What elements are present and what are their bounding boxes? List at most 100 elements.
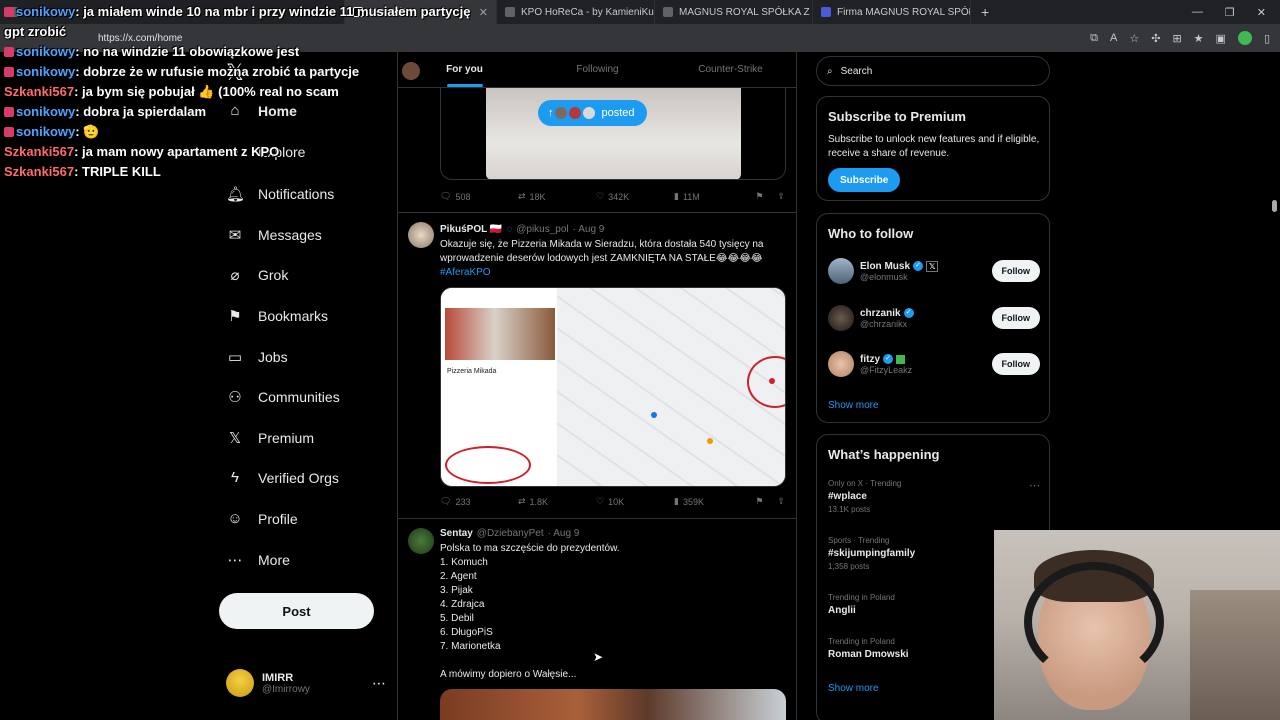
read-aloud-icon[interactable]: A — [1110, 32, 1117, 44]
bookmark-icon[interactable]: ⚑ — [755, 496, 763, 507]
search-input[interactable]: ⌕ Search — [816, 56, 1050, 86]
extensions-icon[interactable]: ✣ — [1151, 32, 1160, 45]
avatar — [581, 106, 596, 120]
tweet-date[interactable]: · Aug 9 — [573, 224, 605, 235]
tweet-header: Sentay @DziebanyPet · Aug 9 ⟲⋯ — [440, 528, 786, 539]
nav-more[interactable]: ⋯ More — [226, 551, 290, 569]
more-icon[interactable]: ⋯ — [1029, 479, 1040, 492]
nav-jobs[interactable]: ▭ Jobs — [226, 348, 288, 366]
avatar — [828, 351, 854, 377]
bookmark-icon[interactable]: ⚑ — [755, 191, 763, 202]
place-title: Pizzeria Mikada — [447, 368, 497, 375]
background-shelf — [1190, 590, 1280, 720]
follow-button[interactable]: Follow — [991, 307, 1040, 329]
like-button[interactable]: ♡ 342K — [596, 191, 674, 202]
reply-button[interactable]: 🗨︎ 508 — [440, 191, 518, 202]
tab-counter-strike[interactable]: Counter-Strike — [664, 52, 796, 87]
collections-icon[interactable]: ▣ — [1216, 32, 1226, 45]
browser-tab[interactable]: MAGNUS ROYAL SPÓŁKA Z OGR...✕ — [655, 0, 813, 24]
map-pin-icon — [707, 438, 713, 444]
chat-message: Szkanki567: ja bym się pobujał 👍 (100% r… — [4, 84, 339, 99]
subscribe-button[interactable]: Subscribe — [828, 168, 901, 192]
tweet-author-name[interactable]: PikuśPOL 🇵🇱 — [440, 224, 502, 235]
tweet-image-map[interactable]: ⌕ ☰ ⌂ ✈ Pizzeria Mikada — [440, 287, 786, 487]
chart-icon: ▮ — [674, 496, 679, 506]
account-switcher[interactable]: IMIRR @Imirrowy ⋯ — [226, 669, 386, 697]
premium-title: Subscribe to Premium — [828, 109, 966, 124]
favorites-icon[interactable]: ★ — [1194, 32, 1204, 45]
nav-bookmarks[interactable]: ⚑ Bookmarks — [226, 307, 328, 325]
chat-badge-icon — [4, 47, 14, 57]
share-icon[interactable]: ⇪ — [777, 496, 785, 507]
tweet-media[interactable] — [440, 689, 786, 720]
tweet-author-handle[interactable]: @DziebanyPet — [477, 528, 544, 539]
show-more-link[interactable]: Show more — [828, 400, 879, 411]
retweet-icon: ⇄ — [518, 496, 526, 506]
follow-suggestion[interactable]: Elon Musk ✓ 𝕏 @elonmusk Follow — [828, 256, 1040, 286]
page-scrollbar[interactable] — [1272, 200, 1277, 212]
webcam-overlay — [994, 530, 1280, 720]
follow-button[interactable]: Follow — [991, 260, 1040, 282]
trend-item[interactable]: Only on X · Trending #wplace 13.1K posts… — [828, 479, 1040, 514]
hashtag-link[interactable]: #AferaKPO — [440, 267, 491, 278]
new-posts-pill[interactable]: ↑ posted — [538, 100, 647, 126]
favorite-icon[interactable]: ☆ — [1129, 32, 1139, 45]
reply-button[interactable]: 🗨︎ 233 — [440, 496, 518, 507]
avatar[interactable] — [408, 528, 434, 554]
verified-org-icon: ◌ — [506, 224, 513, 235]
tweet-author-handle[interactable]: @pikus_pol — [516, 224, 568, 235]
tweet-date[interactable]: · Aug 9 — [548, 528, 580, 539]
follow-suggestion[interactable]: chrzanik ✓ @chrzanikx Follow — [828, 303, 1040, 333]
nav-notifications[interactable]: 🔔︎ Notifications — [226, 185, 334, 203]
verified-badge-icon: ✓ — [903, 308, 914, 318]
avatar — [828, 258, 854, 284]
new-tab-button[interactable]: + — [971, 4, 999, 20]
sidebar-icon[interactable]: ▯ — [1264, 32, 1270, 45]
browser-tab[interactable]: Firma MAGNUS ROYAL SPÓŁKA...✕ — [813, 0, 971, 24]
tweet-actions: 🗨︎ 508 ⇄ 18K ♡ 342K ▮ 11M ⚑ ⇪ — [440, 191, 785, 202]
nav-communities[interactable]: ⚇ Communities — [226, 388, 339, 406]
nav-verified-orgs[interactable]: ϟ Verified Orgs — [226, 469, 339, 486]
views-button[interactable]: ▮ 359K — [674, 496, 742, 507]
arrow-up-icon: ↑ — [548, 107, 554, 119]
chat-message: sonikowy: ja miałem winde 10 na mbr i pr… — [4, 2, 524, 22]
retweet-button[interactable]: ⇄ 18K — [518, 191, 596, 202]
split-screen-icon[interactable]: ⊞ — [1172, 32, 1181, 45]
heart-icon: ♡ — [596, 191, 605, 201]
tweet-actions: 🗨︎ 233 ⇄ 1.8K ♡ 10K ▮ 359K ⚑ ⇪ — [440, 496, 785, 507]
post-button[interactable]: Post — [219, 593, 374, 629]
chat-badge-icon — [4, 107, 14, 117]
tab-following[interactable]: Following — [531, 52, 664, 87]
tweet-text: Polska to ma szczęście do prezydentów. 1… — [440, 542, 780, 682]
place-photo — [445, 308, 555, 360]
nav-messages[interactable]: ✉ Messages — [226, 226, 322, 244]
views-button[interactable]: ▮ 11M — [674, 191, 742, 202]
who-to-follow-title: Who to follow — [828, 226, 914, 241]
close-window-icon[interactable]: ✕ — [1257, 6, 1266, 19]
tweet-author-name[interactable]: Sentay — [440, 528, 473, 539]
retweet-icon: ⇄ — [518, 191, 526, 201]
list-item: 2. Agent — [440, 571, 477, 582]
profile-icon[interactable] — [1237, 31, 1252, 45]
follow-suggestion[interactable]: fitzy ✓ @FitzyLeakz Follow — [828, 349, 1040, 379]
affiliate-badge-icon — [896, 354, 905, 364]
avatar — [567, 106, 582, 120]
like-button[interactable]: ♡ 10K — [596, 496, 674, 507]
more-icon[interactable]: ⋯ — [372, 675, 386, 692]
follow-button[interactable]: Follow — [991, 353, 1040, 375]
minimize-icon[interactable]: — — [1192, 6, 1203, 19]
who-to-follow-card: Who to follow Elon Musk ✓ 𝕏 @elonmusk Foll… — [816, 213, 1050, 423]
people-icon: ⚇ — [228, 389, 242, 406]
open-app-icon[interactable]: ⧉ — [1090, 32, 1098, 45]
avatar[interactable] — [408, 222, 434, 248]
maximize-icon[interactable]: ❐ — [1225, 6, 1235, 19]
nav-grok[interactable]: ⌀ Grok — [226, 266, 288, 284]
lightning-icon: ϟ — [231, 469, 239, 486]
nav-profile[interactable]: ☺ Profile — [226, 510, 297, 527]
show-more-link[interactable]: Show more — [828, 683, 879, 694]
share-group: ⚑ ⇪ — [755, 496, 785, 507]
nav-premium[interactable]: 𝕏 Premium — [226, 429, 314, 447]
share-icon[interactable]: ⇪ — [777, 191, 785, 202]
retweet-button[interactable]: ⇄ 1.8K — [518, 496, 596, 507]
headphones — [1024, 562, 1164, 682]
